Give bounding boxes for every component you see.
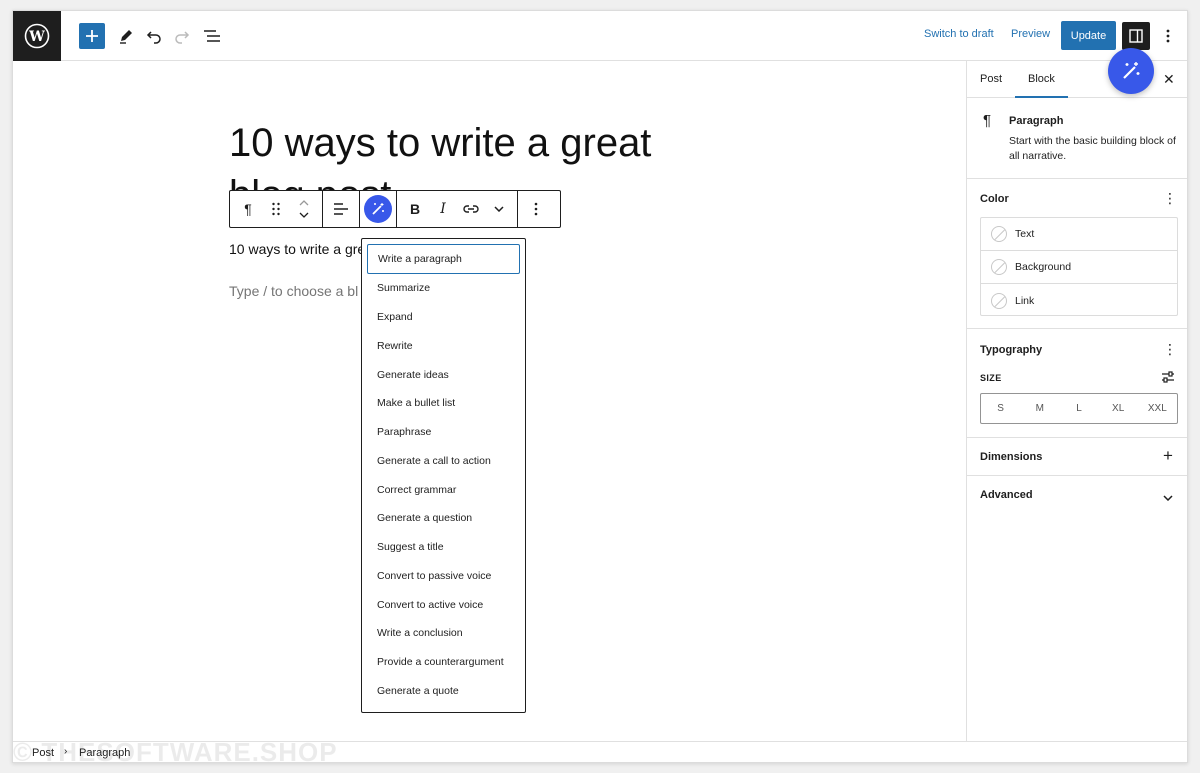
document-overview-icon[interactable] [199, 23, 225, 49]
size-option-m[interactable]: M [1021, 403, 1059, 414]
italic-icon[interactable]: I [429, 195, 457, 223]
block-toolbar: ¶ B I [229, 190, 561, 228]
ai-menu-item[interactable]: Summarize [367, 274, 520, 303]
color-swatch-icon [991, 292, 1007, 309]
color-item-label: Link [1015, 294, 1035, 307]
move-up-down-icon[interactable] [290, 195, 318, 223]
ai-menu-item[interactable]: Generate a call to action [367, 447, 520, 476]
update-button[interactable]: Update [1061, 21, 1116, 50]
drag-handle-icon[interactable] [262, 195, 290, 223]
ai-menu-item[interactable]: Provide a counterargument [367, 648, 520, 677]
advanced-panel[interactable]: Advanced [967, 476, 1187, 514]
color-item-label: Text [1015, 228, 1035, 240]
settings-sidebar-icon[interactable] [1122, 22, 1150, 50]
editor-window: W Switch to draft Preview Update 10 ways… [12, 10, 1188, 763]
ai-menu-item[interactable]: Generate a question [367, 504, 520, 533]
ai-actions-menu: Write a paragraph Summarize Expand Rewri… [361, 238, 526, 713]
breadcrumb-post[interactable]: Post [32, 747, 54, 759]
font-size-picker: S M L XL XXL [980, 393, 1178, 424]
typography-panel: Typography ⋮ SIZE S M L XL XXL [967, 329, 1187, 438]
ai-menu-item[interactable]: Suggest a title [367, 533, 520, 562]
top-toolbar: W Switch to draft Preview Update [13, 11, 1187, 61]
color-item-link[interactable]: Link [981, 284, 1177, 317]
align-group [323, 191, 360, 227]
size-label: SIZE [980, 373, 1002, 383]
block-breadcrumb: © THESOFTWARE.SHOP Post › Paragraph [13, 737, 1187, 762]
ai-menu-item[interactable]: Generate ideas [367, 360, 520, 389]
bold-icon[interactable]: B [401, 195, 429, 223]
block-description: Start with the basic building block of a… [1009, 135, 1176, 162]
preview-link[interactable]: Preview [1011, 28, 1050, 40]
block-name: Paragraph [1009, 115, 1064, 127]
ai-group [360, 191, 397, 227]
switch-to-draft-link[interactable]: Switch to draft [924, 28, 994, 40]
edit-tools-icon[interactable] [113, 23, 139, 49]
chevron-right-icon: › [64, 746, 68, 757]
block-switcher-group: ¶ [230, 191, 323, 227]
color-swatch-icon [991, 226, 1007, 242]
block-options-icon[interactable] [522, 195, 550, 223]
typography-panel-title[interactable]: Typography [980, 344, 1042, 356]
color-panel-title[interactable]: Color [980, 193, 1009, 205]
more-options-icon[interactable] [1159, 23, 1177, 49]
color-item-background[interactable]: Background [981, 251, 1177, 284]
color-options-list: Text Background Link [980, 217, 1178, 316]
ai-menu-item[interactable]: Convert to active voice [367, 590, 520, 619]
ai-menu-item[interactable]: Make a bullet list [367, 389, 520, 418]
typography-options-icon[interactable]: ⋮ [1163, 341, 1177, 358]
color-options-icon[interactable]: ⋮ [1163, 190, 1177, 207]
size-option-xxl[interactable]: XXL [1138, 403, 1176, 414]
dimensions-panel-title[interactable]: Dimensions [980, 451, 1042, 463]
paragraph-block[interactable]: 10 ways to write a gre [229, 241, 365, 257]
ai-menu-item[interactable]: Write a conclusion [367, 619, 520, 648]
ai-menu-item[interactable]: Convert to passive voice [367, 562, 520, 591]
color-swatch-icon [991, 259, 1007, 275]
size-option-s[interactable]: S [982, 403, 1020, 414]
ai-menu-item[interactable]: Correct grammar [367, 475, 520, 504]
color-item-text[interactable]: Text [981, 218, 1177, 251]
ai-menu-item[interactable]: Expand [367, 303, 520, 332]
tab-post[interactable]: Post [980, 73, 1002, 85]
size-option-l[interactable]: L [1060, 403, 1098, 414]
editor-canvas[interactable]: 10 ways to write a great blog post 10 wa… [13, 61, 966, 741]
ai-magic-wand-icon[interactable] [364, 195, 392, 223]
size-option-xl[interactable]: XL [1099, 403, 1137, 414]
chevron-down-icon[interactable] [1163, 488, 1173, 504]
align-left-icon[interactable] [327, 195, 355, 223]
chevron-down-icon[interactable] [485, 195, 513, 223]
dimensions-panel[interactable]: Dimensions + [967, 438, 1187, 476]
block-card: ¶ Paragraph Start with the basic buildin… [967, 98, 1187, 179]
custom-size-icon[interactable] [1160, 369, 1176, 385]
paragraph-pilcrow-icon[interactable]: ¶ [234, 195, 262, 223]
svg-text:W: W [28, 29, 45, 45]
ai-assistant-fab-icon[interactable] [1108, 48, 1154, 94]
redo-icon[interactable] [169, 23, 195, 49]
watermark: © THESOFTWARE.SHOP [13, 737, 338, 763]
ai-menu-item[interactable]: Paraphrase [367, 418, 520, 447]
plus-icon[interactable]: + [1163, 446, 1173, 466]
format-group: B I [397, 191, 518, 227]
block-placeholder[interactable]: Type / to choose a bl [229, 283, 358, 299]
ai-menu-item[interactable]: Write a paragraph [367, 244, 520, 274]
breadcrumb-paragraph[interactable]: Paragraph [79, 747, 130, 759]
add-block-button[interactable] [79, 23, 105, 49]
paragraph-icon: ¶ [983, 112, 992, 129]
sidebar-tabs: Post Block ✕ [967, 61, 1187, 98]
ai-menu-item[interactable]: Generate a quote [367, 677, 520, 706]
close-icon[interactable]: ✕ [1163, 71, 1175, 88]
color-item-label: Background [1015, 261, 1072, 273]
tab-block[interactable]: Block [1028, 73, 1055, 85]
wordpress-logo-icon[interactable]: W [13, 11, 61, 61]
color-panel: Color ⋮ Text Background Link [967, 179, 1187, 329]
settings-sidebar: Post Block ✕ ¶ Paragraph Start with the … [966, 61, 1187, 741]
options-group [518, 191, 554, 227]
advanced-panel-title[interactable]: Advanced [980, 489, 1033, 501]
undo-icon[interactable] [141, 23, 167, 49]
link-icon[interactable] [457, 195, 485, 223]
ai-menu-item[interactable]: Rewrite [367, 332, 520, 361]
